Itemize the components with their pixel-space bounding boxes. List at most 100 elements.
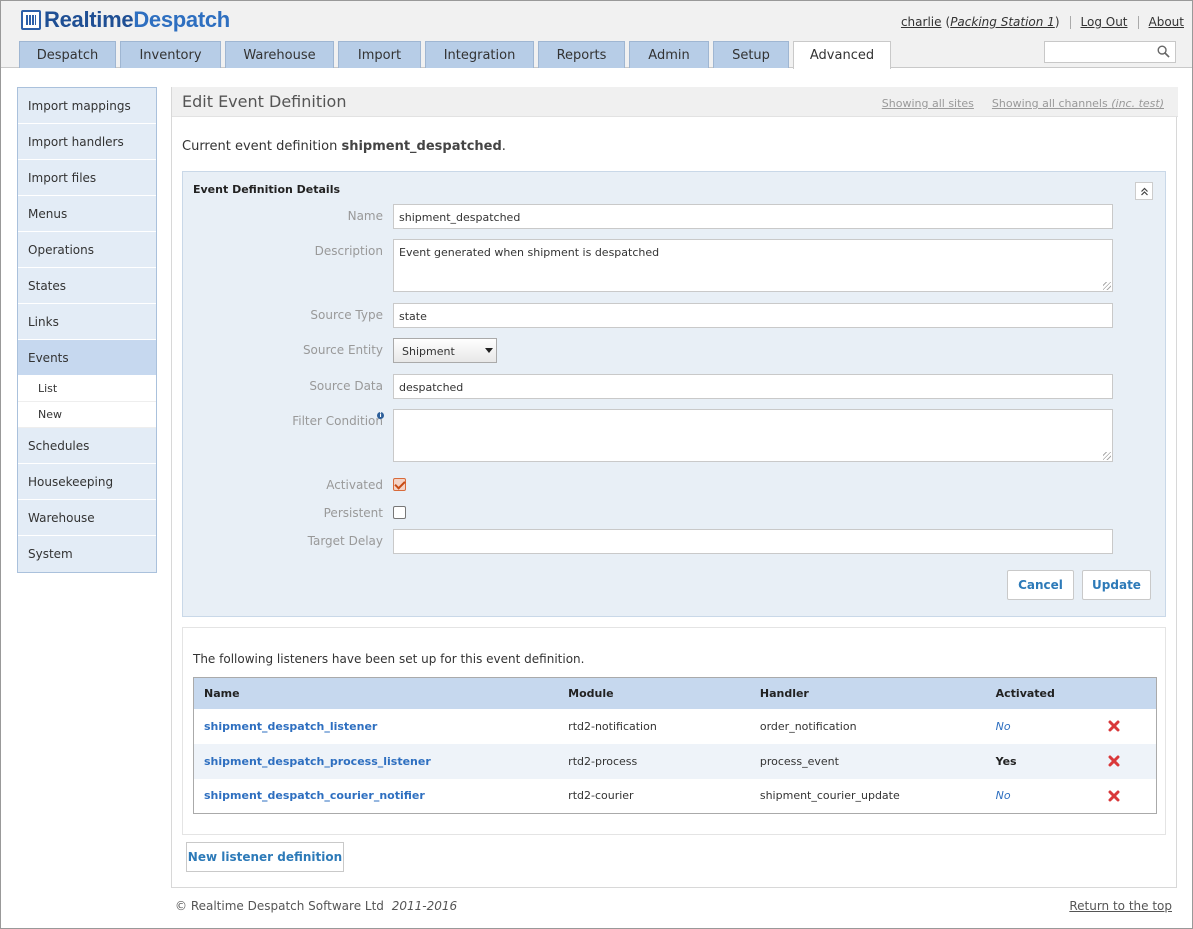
- search-icon[interactable]: [1157, 45, 1170, 58]
- sidebar-item-menus[interactable]: Menus: [18, 196, 156, 232]
- delete-icon[interactable]: [1108, 790, 1120, 802]
- sidebar-subitem-new[interactable]: New: [18, 402, 156, 428]
- listener-name-link[interactable]: shipment_despatch_courier_notifier: [204, 789, 425, 802]
- activated-checkbox[interactable]: [393, 478, 406, 491]
- showing-channels-link[interactable]: Showing all channels (inc. test): [992, 97, 1164, 110]
- sidebar-item-import-handlers[interactable]: Import handlers: [18, 124, 156, 160]
- return-to-top-link[interactable]: Return to the top: [1069, 899, 1172, 913]
- sidebar-item-schedules[interactable]: Schedules: [18, 428, 156, 464]
- event-definition-panel: Event Definition Details Name shipment_d…: [182, 171, 1166, 617]
- persistent-checkbox[interactable]: [393, 506, 406, 519]
- target-delay-input[interactable]: [393, 529, 1113, 554]
- description-value: Event generated when shipment is despatc…: [399, 246, 660, 259]
- showing-channels-label: Showing all channels: [991, 97, 1108, 110]
- listener-handler: order_notification: [759, 719, 857, 733]
- main-nav-tabs: Despatch Inventory Warehouse Import Inte…: [19, 41, 895, 69]
- dropdown-arrow-icon: [485, 348, 493, 353]
- activated-label: Activated: [326, 478, 383, 492]
- brand-name: RealtimeDespatch: [44, 7, 230, 32]
- update-button[interactable]: Update: [1082, 570, 1151, 600]
- search-input[interactable]: [1045, 42, 1155, 62]
- sidebar-item-events[interactable]: Events: [18, 340, 156, 376]
- sidebar-item-housekeeping[interactable]: Housekeeping: [18, 464, 156, 500]
- app-header: RealtimeDespatch charlie ( Packing Stati…: [1, 1, 1192, 69]
- showing-sites-link[interactable]: Showing all sites: [882, 97, 974, 110]
- delete-icon[interactable]: [1108, 755, 1120, 767]
- listener-module: rtd2-courier: [568, 789, 634, 803]
- sidebar-item-system[interactable]: System: [18, 536, 156, 572]
- panel-title: Event Definition Details: [193, 183, 341, 196]
- source-data-label: Source Data: [309, 379, 383, 393]
- table-header-row: Name Module Handler Activated: [193, 677, 1157, 709]
- sidebar-item-operations[interactable]: Operations: [18, 232, 156, 268]
- delete-icon[interactable]: [1108, 720, 1120, 732]
- listener-activated: No: [995, 719, 1011, 733]
- tab-integration[interactable]: Integration: [425, 41, 534, 68]
- persistent-label: Persistent: [323, 506, 383, 520]
- info-icon[interactable]: i: [377, 412, 384, 419]
- source-data-input[interactable]: despatched: [393, 374, 1113, 399]
- description-label: Description: [314, 244, 383, 258]
- current-definition-name: shipment_despatched: [341, 139, 502, 154]
- current-definition-suffix: .: [501, 139, 506, 154]
- resize-grip-icon[interactable]: [1103, 282, 1111, 290]
- delete-cell: [1086, 779, 1157, 814]
- user-links: charlie ( Packing Station 1 ) Log Out Ab…: [901, 15, 1184, 29]
- resize-grip-icon[interactable]: [1103, 452, 1111, 460]
- name-label: Name: [347, 209, 383, 223]
- brand-logo[interactable]: RealtimeDespatch: [21, 7, 230, 33]
- col-actions: [1085, 677, 1157, 709]
- page-title: Edit Event Definition: [182, 92, 347, 111]
- tab-import[interactable]: Import: [338, 41, 421, 68]
- delete-cell: [1086, 709, 1157, 744]
- listener-name-link[interactable]: shipment_despatch_process_listener: [204, 755, 431, 768]
- current-definition-text: Current event definition shipment_despat…: [182, 139, 506, 154]
- tab-advanced[interactable]: Advanced: [793, 41, 891, 69]
- divider: [1137, 15, 1139, 29]
- sidebar-item-states[interactable]: States: [18, 268, 156, 304]
- station-link[interactable]: Packing Station 1: [950, 15, 1055, 29]
- filter-condition-textarea[interactable]: [393, 409, 1113, 462]
- title-bar: Edit Event Definition Showing all sites …: [172, 87, 1178, 117]
- name-input[interactable]: shipment_despatched: [393, 204, 1113, 229]
- listener-module: rtd2-process: [558, 743, 750, 779]
- tab-inventory[interactable]: Inventory: [120, 41, 221, 68]
- tab-warehouse[interactable]: Warehouse: [225, 41, 334, 68]
- listener-handler: shipment_courier_update: [759, 789, 900, 803]
- listeners-intro: The following listeners have been set up…: [193, 652, 585, 666]
- col-handler: Handler: [749, 677, 986, 709]
- sidebar-item-import-files[interactable]: Import files: [18, 160, 156, 196]
- sidebar-subitem-list[interactable]: List: [18, 376, 156, 402]
- logout-link[interactable]: Log Out: [1081, 15, 1128, 29]
- tab-setup[interactable]: Setup: [713, 41, 789, 68]
- copyright-years: 2011-2016: [391, 899, 458, 913]
- divider: [1069, 15, 1071, 29]
- tab-admin[interactable]: Admin: [629, 41, 709, 68]
- target-delay-label: Target Delay: [307, 534, 383, 548]
- col-activated: Activated: [985, 677, 1086, 709]
- sidebar-item-warehouse[interactable]: Warehouse: [18, 500, 156, 536]
- main-content: Edit Event Definition Showing all sites …: [171, 87, 1178, 888]
- new-listener-button[interactable]: New listener definition: [186, 842, 344, 872]
- source-type-input[interactable]: state: [393, 303, 1113, 328]
- about-link[interactable]: About: [1149, 15, 1184, 29]
- sidebar-item-links[interactable]: Links: [18, 304, 156, 340]
- sidebar-item-import-mappings[interactable]: Import mappings: [18, 88, 156, 124]
- tab-reports[interactable]: Reports: [538, 41, 625, 68]
- search-box: [1044, 41, 1176, 63]
- tab-despatch[interactable]: Despatch: [19, 41, 116, 68]
- source-type-label: Source Type: [310, 308, 383, 322]
- footer-copyright: © Realtime Despatch Software Ltd 2011-20…: [175, 899, 457, 913]
- listener-module: rtd2-notification: [568, 719, 657, 733]
- listener-name-link[interactable]: shipment_despatch_listener: [204, 720, 377, 733]
- source-entity-value: Shipment: [402, 345, 455, 358]
- user-name-link[interactable]: charlie: [901, 15, 942, 29]
- showing-channels-note: (inc. test): [1111, 97, 1164, 110]
- cancel-button[interactable]: Cancel: [1007, 570, 1074, 600]
- station-close-paren: ): [1054, 15, 1060, 29]
- barcode-icon: [21, 10, 41, 30]
- table-row: shipment_despatch_process_listener rtd2-…: [193, 743, 1157, 779]
- source-entity-select[interactable]: Shipment: [393, 338, 497, 363]
- description-textarea[interactable]: Event generated when shipment is despatc…: [393, 239, 1113, 292]
- collapse-button[interactable]: [1135, 182, 1153, 200]
